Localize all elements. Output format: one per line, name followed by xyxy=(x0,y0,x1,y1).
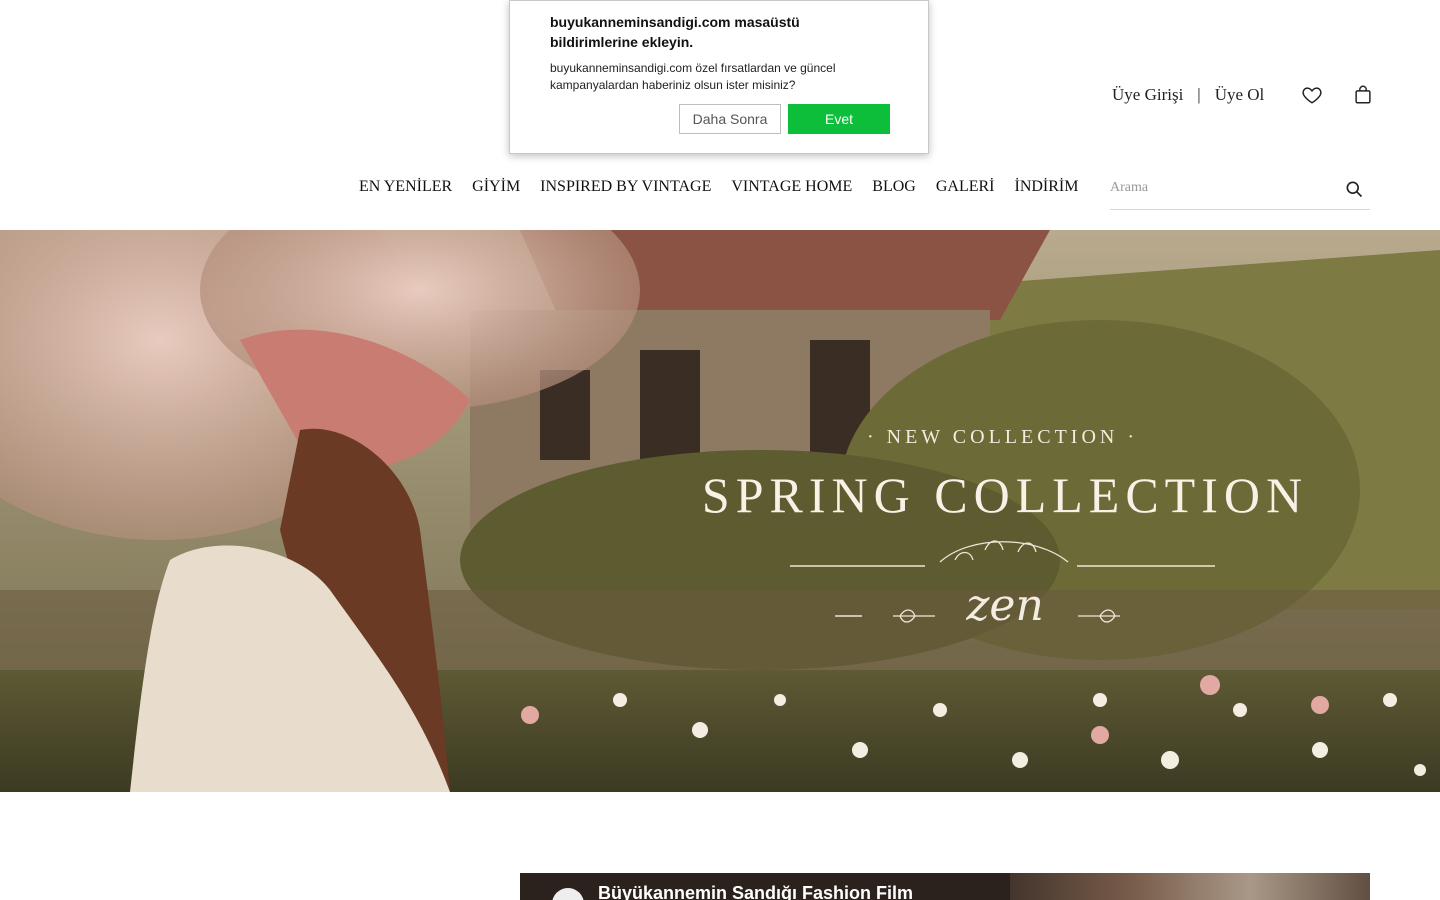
channel-avatar[interactable] xyxy=(552,888,584,900)
account-separator: | xyxy=(1197,85,1201,104)
notification-permission-popup: buyukanneminsandigi.com masaüstü bildiri… xyxy=(509,0,929,154)
search-icon[interactable] xyxy=(1344,179,1364,199)
hero-text-overlay: · NEW COLLECTION · SPRING COLLECTION zen xyxy=(0,230,1440,792)
search-box xyxy=(1110,169,1370,210)
register-link[interactable]: Üye Ol xyxy=(1215,85,1265,105)
bag-icon[interactable] xyxy=(1352,84,1374,106)
nav-item[interactable]: GİYİM xyxy=(472,178,520,196)
video-thumbnail xyxy=(1010,873,1370,900)
nav-item[interactable]: İNDİRİM xyxy=(1014,178,1078,196)
nav-item[interactable]: BLOG xyxy=(872,178,916,196)
hero-script-text: zen xyxy=(966,580,1044,631)
later-button[interactable]: Daha Sonra xyxy=(679,104,781,134)
nav-item[interactable]: INSPIRED BY VINTAGE xyxy=(540,178,711,196)
hero-eyebrow: · NEW COLLECTION · xyxy=(866,426,1139,448)
hero-headline: SPRING COLLECTION xyxy=(701,467,1309,523)
nav-item[interactable]: EN YENİLER xyxy=(359,178,452,196)
heart-icon[interactable] xyxy=(1301,84,1323,106)
popup-message: buyukanneminsandigi.com özel fırsatlarda… xyxy=(550,61,836,92)
nav-item[interactable]: VINTAGE HOME xyxy=(731,178,852,196)
account-links: Üye Girişi | Üye Ol xyxy=(1112,84,1264,106)
login-link[interactable]: Üye Girişi xyxy=(1112,85,1183,105)
video-title[interactable]: Büyükannemin Sandığı Fashion Film xyxy=(598,883,913,900)
yes-button[interactable]: Evet xyxy=(788,104,890,134)
fashion-film-video[interactable]: Büyükannemin Sandığı Fashion Film xyxy=(520,873,1370,900)
nav-item[interactable]: GALERİ xyxy=(936,178,995,196)
hero-banner[interactable]: · NEW COLLECTION · SPRING COLLECTION zen xyxy=(0,230,1440,792)
main-nav: EN YENİLER GİYİM INSPIRED BY VINTAGE VINTAG… xyxy=(359,178,1078,196)
popup-title: buyukanneminsandigi.com masaüstü bildiri… xyxy=(550,14,800,50)
search-input[interactable] xyxy=(1110,169,1330,207)
